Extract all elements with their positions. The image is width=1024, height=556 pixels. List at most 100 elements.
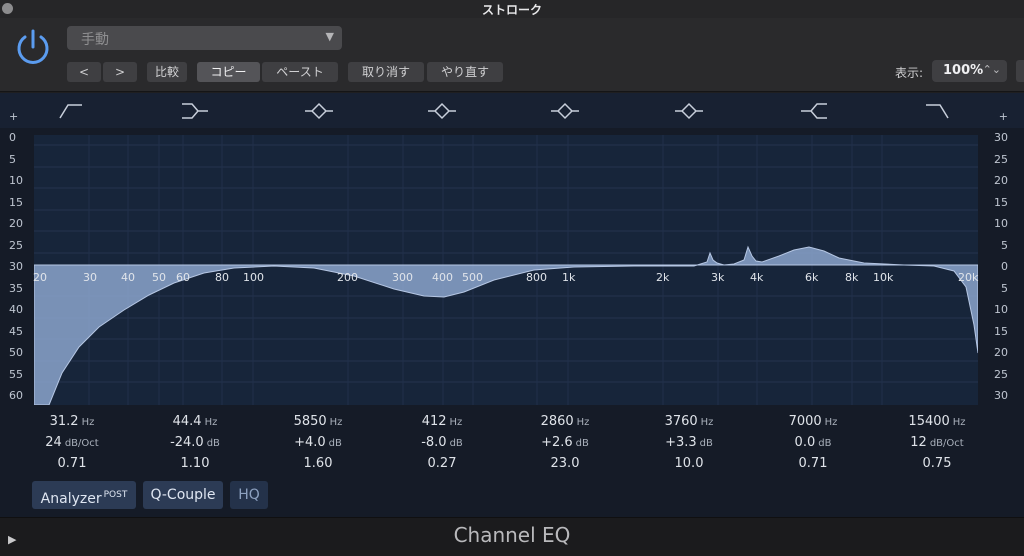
freq-label: 50 <box>152 271 166 284</box>
power-icon[interactable] <box>13 27 53 67</box>
title-bar: ストローク <box>0 0 1024 18</box>
plugin-footer: ▶ Channel EQ <box>0 517 1024 556</box>
high-shelf-icon[interactable] <box>799 101 829 121</box>
freq-label: 20 <box>33 271 47 284</box>
axis-label: 10 <box>9 174 23 187</box>
band-6-q[interactable]: 10.0 <box>629 453 749 474</box>
bell-icon[interactable] <box>673 101 705 121</box>
band-8-q[interactable]: 0.75 <box>877 453 997 474</box>
freq-label: 80 <box>215 271 229 284</box>
stepper-arrows-icon: ⌃⌄ <box>982 63 1001 76</box>
axis-label: 20 <box>994 174 1008 187</box>
band-4-params: 412 Hz -8.0 dB 0.27 <box>382 411 502 474</box>
band-2-params: 44.4 Hz -24.0 dB 1.10 <box>135 411 255 474</box>
freq-label: 200 <box>337 271 358 284</box>
axis-plus-label: + <box>9 110 19 123</box>
band-1-params: 31.2 Hz 24 dB/Oct 0.71 <box>12 411 132 474</box>
axis-label: 5 <box>9 153 16 166</box>
paste-button[interactable]: ペースト <box>262 62 338 82</box>
band-2-gain[interactable]: -24.0 dB <box>135 432 255 453</box>
band-7-frequency[interactable]: 7000 Hz <box>753 411 873 432</box>
previous-preset-button[interactable]: < <box>67 62 101 82</box>
band-8-params: 15400 Hz 12 dB/Oct 0.75 <box>877 411 997 474</box>
window-title: ストローク <box>481 3 542 17</box>
band-5-params: 2860 Hz +2.6 dB 23.0 <box>505 411 625 474</box>
band-4-q[interactable]: 0.27 <box>382 453 502 474</box>
axis-label: 35 <box>9 282 23 295</box>
freq-label: 300 <box>392 271 413 284</box>
low-shelf-icon[interactable] <box>180 101 210 121</box>
zoom-select[interactable]: 100% ⌃⌄ <box>932 60 1007 82</box>
axis-label: 15 <box>994 196 1008 209</box>
band-4-frequency[interactable]: 412 Hz <box>382 411 502 432</box>
high-cut-icon[interactable] <box>924 101 950 121</box>
eq-graph[interactable] <box>34 135 978 405</box>
view-toggle-button[interactable] <box>1016 60 1024 82</box>
band-5-frequency[interactable]: 2860 Hz <box>505 411 625 432</box>
axis-label: 40 <box>9 303 23 316</box>
low-cut-icon[interactable] <box>58 101 84 121</box>
plugin-name: Channel EQ <box>453 523 571 547</box>
zoom-value: 100% <box>943 63 984 78</box>
axis-label: 0 <box>9 131 16 144</box>
band-1-frequency[interactable]: 31.2 Hz <box>12 411 132 432</box>
axis-label: 20 <box>9 217 23 230</box>
freq-label: 100 <box>243 271 264 284</box>
band-8-gain[interactable]: 12 dB/Oct <box>877 432 997 453</box>
freq-label: 10k <box>873 271 894 284</box>
band-5-gain[interactable]: +2.6 dB <box>505 432 625 453</box>
bell-icon[interactable] <box>426 101 458 121</box>
copy-button[interactable]: コピー <box>197 62 260 82</box>
eq-editor: + 0 5 10 15 20 25 30 35 40 45 50 55 60 +… <box>0 93 1024 517</box>
axis-label: 30 <box>994 389 1008 402</box>
undo-button[interactable]: 取り消す <box>348 62 424 82</box>
band-parameters: 31.2 Hz 24 dB/Oct 0.71 44.4 Hz -24.0 dB 1.10… <box>0 411 1024 481</box>
band-1-q[interactable]: 0.71 <box>12 453 132 474</box>
band-4-gain[interactable]: -8.0 dB <box>382 432 502 453</box>
band-6-frequency[interactable]: 3760 Hz <box>629 411 749 432</box>
band-8-frequency[interactable]: 15400 Hz <box>877 411 997 432</box>
band-3-gain[interactable]: +4.0 dB <box>258 432 378 453</box>
band-7-gain[interactable]: 0.0 dB <box>753 432 873 453</box>
q-couple-button[interactable]: Q-Couple <box>143 481 223 509</box>
preset-value: 手動 <box>81 32 109 48</box>
compare-button[interactable]: 比較 <box>147 62 187 82</box>
freq-label: 500 <box>462 271 483 284</box>
axis-label: 30 <box>9 260 23 273</box>
freq-label: 1k <box>562 271 576 284</box>
axis-label: 15 <box>994 325 1008 338</box>
bell-icon[interactable] <box>549 101 581 121</box>
bell-icon[interactable] <box>303 101 335 121</box>
band-7-q[interactable]: 0.71 <box>753 453 873 474</box>
plugin-header: 手動 ▼ < > 比較 コピー ペースト 取り消す やり直す 表示: 100% … <box>0 18 1024 92</box>
axis-label: 45 <box>9 325 23 338</box>
freq-label: 400 <box>432 271 453 284</box>
band-5-q[interactable]: 23.0 <box>505 453 625 474</box>
analyzer-button[interactable]: Analyzer POST <box>32 481 136 509</box>
axis-label: 15 <box>9 196 23 209</box>
band-7-params: 7000 Hz 0.0 dB 0.71 <box>753 411 873 474</box>
axis-label: 25 <box>9 239 23 252</box>
freq-label: 30 <box>83 271 97 284</box>
axis-label: 20 <box>994 346 1008 359</box>
next-preset-button[interactable]: > <box>103 62 137 82</box>
hq-button[interactable]: HQ <box>230 481 268 509</box>
band-2-q[interactable]: 1.10 <box>135 453 255 474</box>
freq-label: 6k <box>805 271 819 284</box>
freq-label: 8k <box>845 271 859 284</box>
axis-label: 30 <box>994 131 1008 144</box>
band-3-frequency[interactable]: 5850 Hz <box>258 411 378 432</box>
axis-label: 5 <box>1001 239 1008 252</box>
band-1-gain[interactable]: 24 dB/Oct <box>12 432 132 453</box>
eq-graph-svg <box>34 135 978 405</box>
band-6-gain[interactable]: +3.3 dB <box>629 432 749 453</box>
preset-dropdown[interactable]: 手動 ▼ <box>67 26 342 50</box>
redo-button[interactable]: やり直す <box>427 62 503 82</box>
freq-label: 40 <box>121 271 135 284</box>
chevron-down-icon: ▼ <box>325 30 334 43</box>
axis-label: 60 <box>9 389 23 402</box>
axis-label: 50 <box>9 346 23 359</box>
band-3-params: 5850 Hz +4.0 dB 1.60 <box>258 411 378 474</box>
band-2-frequency[interactable]: 44.4 Hz <box>135 411 255 432</box>
band-3-q[interactable]: 1.60 <box>258 453 378 474</box>
